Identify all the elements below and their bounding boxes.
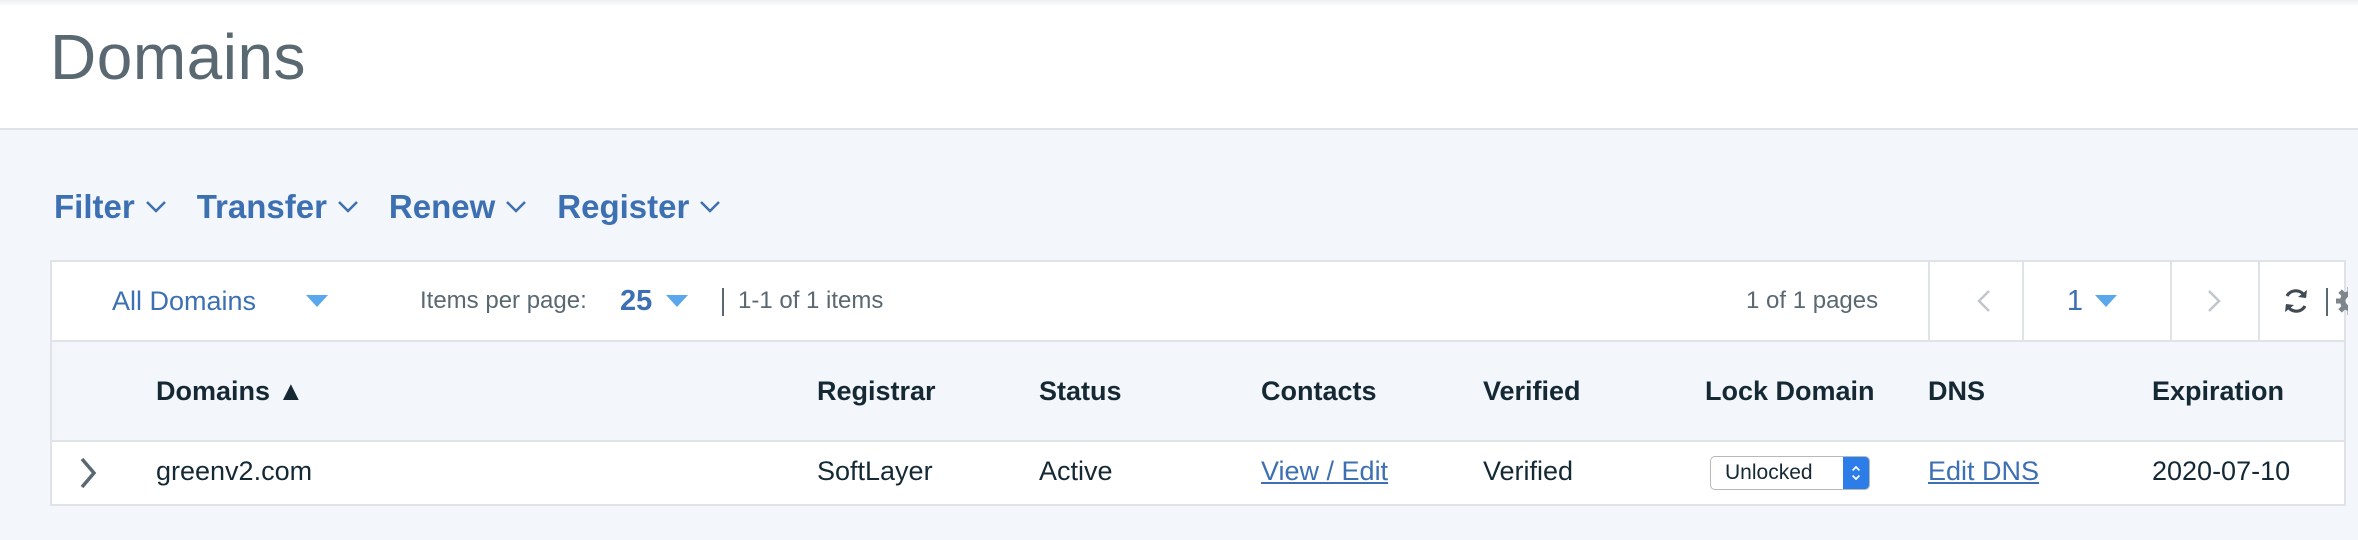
column-header-domains[interactable]: Domains ▲	[156, 376, 304, 407]
next-page-button[interactable]	[2186, 262, 2242, 340]
divider	[2022, 262, 2024, 340]
edit-dns-link[interactable]: Edit DNS	[1928, 456, 2039, 487]
renew-menu[interactable]: Renew	[389, 188, 527, 226]
chevron-right-icon	[2208, 290, 2221, 312]
domains-table-panel: All Domains Items per page: 25 1-1 of 1 …	[50, 260, 2348, 506]
column-header-status[interactable]: Status	[1039, 376, 1122, 407]
expand-row-icon	[80, 457, 97, 489]
column-header-contacts[interactable]: Contacts	[1261, 376, 1377, 407]
settings-button[interactable]	[2334, 262, 2348, 340]
register-menu[interactable]: Register	[557, 188, 721, 226]
registrar-value: SoftLayer	[817, 456, 933, 486]
filter-label: Filter	[54, 188, 135, 225]
chevron-down-icon	[338, 201, 358, 213]
chevron-down-icon	[145, 201, 166, 213]
divider	[2326, 288, 2328, 316]
table-header-row: Domains ▲ Registrar Status Contacts Veri…	[52, 342, 2344, 442]
refresh-icon	[2285, 289, 2307, 313]
divider	[2258, 262, 2260, 340]
divider	[2170, 262, 2172, 340]
select-stepper-icon	[1843, 457, 1869, 489]
chevron-down-icon	[700, 201, 721, 213]
column-header-lock-domain[interactable]: Lock Domain	[1705, 376, 1875, 407]
caret-down-icon	[2095, 295, 2118, 307]
page-number-select[interactable]: 1	[2042, 262, 2142, 340]
expand-row-button[interactable]	[78, 456, 98, 495]
items-per-page-label: Items per page:	[420, 287, 587, 314]
table-row: greenv2.com SoftLayer Active View / Edit…	[52, 442, 2344, 506]
action-bar: Filter Transfer Renew Register	[54, 188, 721, 226]
divider	[1928, 262, 1930, 340]
lock-domain-select[interactable]: Unlocked	[1710, 456, 1870, 490]
renew-label: Renew	[388, 188, 496, 225]
items-per-page-value: 25	[620, 284, 653, 317]
register-label: Register	[557, 188, 690, 225]
chevron-down-icon	[506, 201, 527, 213]
transfer-label: Transfer	[196, 188, 327, 225]
item-range-text: 1-1 of 1 items	[738, 287, 884, 314]
column-header-registrar[interactable]: Registrar	[817, 376, 936, 407]
refresh-button[interactable]	[2272, 262, 2320, 340]
column-header-verified[interactable]: Verified	[1483, 376, 1581, 407]
page-header: Domains	[0, 0, 2358, 130]
header-shadow	[0, 0, 2358, 6]
verified-value: Verified	[1483, 456, 1574, 486]
filter-menu[interactable]: Filter	[54, 188, 167, 226]
divider	[722, 288, 724, 316]
lock-domain-value: Unlocked	[1725, 461, 1813, 484]
current-page-value: 1	[2066, 284, 2084, 317]
status-value: Active	[1039, 456, 1113, 486]
page-title: Domains	[50, 21, 307, 93]
transfer-menu[interactable]: Transfer	[197, 188, 359, 226]
gear-icon	[2336, 287, 2348, 315]
caret-down-icon	[666, 295, 689, 307]
domain-filter-select[interactable]: All Domains	[112, 262, 329, 340]
contacts-view-edit-link[interactable]: View / Edit	[1261, 456, 1388, 487]
domain-filter-value: All Domains	[112, 285, 257, 316]
caret-down-icon	[306, 295, 329, 307]
page-count-text: 1 of 1 pages	[1746, 287, 1879, 314]
domain-name: greenv2.com	[156, 456, 313, 486]
chevron-left-icon	[1977, 290, 1990, 312]
table-toolbar: All Domains Items per page: 25 1-1 of 1 …	[52, 262, 2348, 342]
items-per-page-select[interactable]: 25	[620, 262, 689, 340]
previous-page-button[interactable]	[1954, 262, 2014, 340]
column-header-expiration[interactable]: Expiration	[2152, 376, 2284, 407]
column-header-dns[interactable]: DNS	[1928, 376, 1985, 407]
expiration-date: 2020-07-10	[2152, 456, 2291, 486]
